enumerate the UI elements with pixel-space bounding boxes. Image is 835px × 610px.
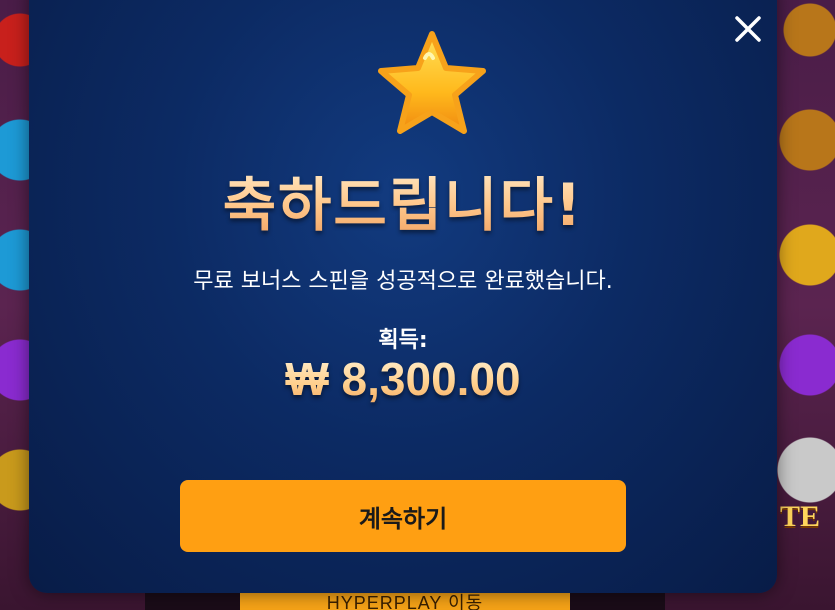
- congrats-title: 축하드립니다!: [29, 158, 777, 242]
- continue-button[interactable]: 계속하기: [180, 480, 626, 552]
- close-icon[interactable]: [729, 10, 767, 48]
- bonus-complete-message: 무료 보너스 스핀을 성공적으로 완료했습니다.: [193, 269, 613, 294]
- game-symbol-text: TE: [780, 500, 821, 533]
- star-icon: [373, 28, 491, 140]
- win-label: 획득:: [378, 328, 428, 353]
- win-amount: ₩ 8,300.00: [29, 352, 777, 406]
- bonus-complete-dialog: 축하드립니다! 무료 보너스 스핀을 성공적으로 완료했습니다. 획득: ₩ 8…: [29, 0, 777, 593]
